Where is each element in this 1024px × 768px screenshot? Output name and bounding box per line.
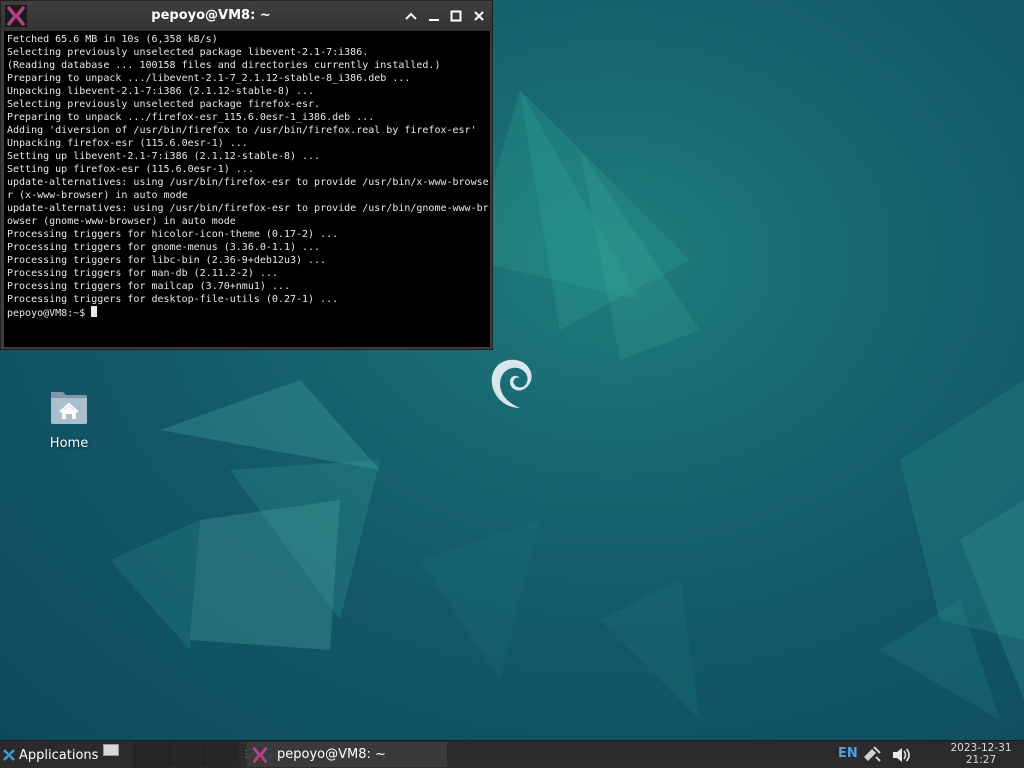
workspace-2[interactable]	[169, 742, 204, 767]
close-icon	[474, 11, 484, 21]
terminal-output-line: Processing triggers for desktop-file-uti…	[7, 294, 339, 305]
terminal-output-line: Processing triggers for gnome-menus (3.3…	[7, 242, 321, 253]
volume-icon[interactable]	[891, 746, 911, 764]
terminal-output-line: Selecting previously unselected package …	[7, 47, 369, 58]
maximize-icon	[450, 10, 462, 22]
clock-date: 2023-12-31	[950, 742, 1012, 754]
clock-time: 21:27	[965, 754, 997, 766]
home-icon-label: Home	[49, 436, 89, 451]
terminal-window[interactable]: pepoyo@VM8: ~ Fetched 65.6 MB in 10s (6,…	[0, 0, 493, 350]
terminal-output: Fetched 65.6 MB in 10s (6,358 kB/s) Selec…	[4, 31, 490, 306]
applications-menu-icon	[3, 749, 15, 761]
terminal-output-line: Preparing to unpack .../firefox-esr_115.…	[7, 112, 375, 123]
terminal-output-line: Processing triggers for libc-bin (2.36-9…	[7, 255, 327, 266]
taskbar: Applications ⋮ pepoyo@VM8: ~ EN 2023-12-…	[0, 740, 1024, 768]
terminal-output-line: Adding 'diversion of /usr/bin/firefox to…	[7, 125, 477, 136]
minimize-icon	[429, 19, 439, 21]
terminal-output-line: Fetched 65.6 MB in 10s (6,358 kB/s)	[7, 34, 218, 45]
terminal-output-area[interactable]: Fetched 65.6 MB in 10s (6,358 kB/s) Selec…	[4, 31, 490, 347]
terminal-output-line: Processing triggers for mailcap (3.70+nm…	[7, 281, 290, 292]
terminal-output-line: Processing triggers for hicolor-icon-the…	[7, 229, 339, 240]
terminal-output-line: Setting up firefox-esr (115.6.0esr-1) ..…	[7, 164, 254, 175]
terminal-output-line: (Reading database ... 100158 files and d…	[7, 60, 441, 71]
terminal-app-icon[interactable]	[5, 5, 27, 27]
window-shade-button[interactable]	[402, 7, 420, 25]
terminal-output-line: owser (gnome-www-browser) in auto mode	[7, 216, 236, 227]
terminal-output-line: r (x-www-browser) in auto mode	[7, 190, 188, 201]
network-icon[interactable]	[862, 745, 882, 763]
window-close-button[interactable]	[470, 7, 488, 25]
show-desktop-button[interactable]	[103, 744, 119, 756]
terminal-output-line: Setting up libevent-2.1-7:i386 (2.1.12-s…	[7, 151, 321, 162]
terminal-output-line: update-alternatives: using /usr/bin/fire…	[7, 203, 489, 214]
terminal-titlebar[interactable]: pepoyo@VM8: ~	[1, 1, 492, 31]
terminal-cursor	[91, 306, 98, 317]
applications-menu-button[interactable]: Applications	[2, 743, 98, 767]
window-maximize-button[interactable]	[447, 7, 465, 25]
debian-swirl-logo	[491, 359, 532, 408]
terminal-output-line: Unpacking libevent-2.1-7:i386 (2.1.12-st…	[7, 86, 315, 97]
taskbar-item-terminal-label: pepoyo@VM8: ~	[277, 747, 386, 762]
home-folder-icon	[51, 392, 87, 424]
taskbar-item-terminal[interactable]: pepoyo@VM8: ~	[247, 742, 447, 767]
terminal-prompt-line[interactable]: pepoyo@VM8:~$	[4, 306, 490, 320]
workspace-3[interactable]	[204, 742, 239, 767]
window-minimize-button[interactable]	[425, 7, 443, 25]
terminal-output-line: update-alternatives: using /usr/bin/fire…	[7, 177, 489, 188]
desktop-home-icon[interactable]: Home	[36, 386, 102, 451]
terminal-window-title: pepoyo@VM8: ~	[151, 8, 271, 23]
terminal-output-line: Selecting previously unselected package …	[7, 99, 321, 110]
terminal-app-icon	[251, 745, 269, 764]
terminal-output-line: Processing triggers for man-db (2.11.2-2…	[7, 268, 278, 279]
terminal-output-line: Preparing to unpack .../libevent-2.1-7_2…	[7, 73, 411, 84]
keyboard-layout-indicator[interactable]: EN	[838, 746, 858, 761]
workspace-1[interactable]	[134, 742, 169, 767]
applications-label: Applications	[19, 747, 99, 763]
clock[interactable]: 2023-12-31 21:27	[940, 742, 1022, 766]
terminal-output-line: Unpacking firefox-esr (115.6.0esr-1) ...	[7, 138, 248, 149]
chevron-up-icon	[405, 12, 417, 20]
shell-prompt: pepoyo@VM8:~$	[7, 308, 92, 319]
